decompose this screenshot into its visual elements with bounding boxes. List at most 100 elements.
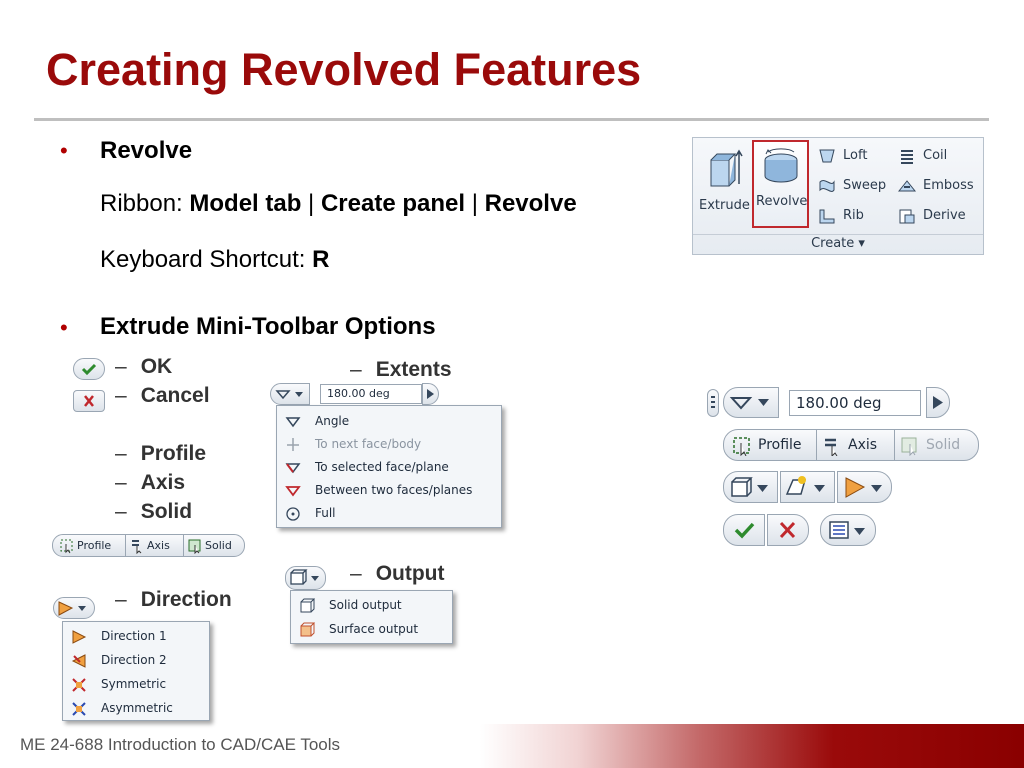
menu-item-label: Full (315, 506, 336, 520)
axis-select-icon (825, 438, 838, 456)
sub-label: Extents (375, 358, 452, 381)
coil-icon (901, 150, 913, 164)
extents-menu-item[interactable]: Angle (277, 410, 501, 433)
sub-label: Cancel (140, 384, 210, 407)
mt-ok-button[interactable] (723, 514, 765, 546)
divider (693, 234, 983, 235)
mt-selector-strip: Profile Axis Solid (723, 429, 979, 461)
mt-cancel-button[interactable] (767, 514, 809, 546)
extents-angle-icon (729, 397, 769, 410)
menu-item-label: Direction 2 (101, 653, 167, 667)
profile-select-icon (60, 539, 73, 554)
bullet-marker: • (60, 315, 68, 340)
extrude-button[interactable]: Extrude (699, 146, 750, 228)
dash: – (350, 562, 362, 585)
solid-selector-button[interactable]: Solid (187, 538, 241, 554)
direction-menu-item[interactable]: Direction 2 (63, 649, 209, 672)
ribbon-create-panel: Extrude Revolve Loft Sweep Rib Coil Embo… (692, 137, 984, 255)
extents-menu: Angle To next face/body To selected face… (276, 405, 502, 528)
shortcut-text: Keyboard Shortcut: R (100, 246, 329, 274)
divider (894, 430, 895, 460)
profile-label: Profile (758, 437, 802, 453)
sub-item-output: – Output (350, 562, 445, 586)
derive-icon (899, 209, 915, 224)
create-panel-dropdown[interactable]: Create ▾ (693, 236, 983, 251)
sub-label: Profile (140, 442, 207, 465)
derive-button[interactable]: Derive (897, 206, 977, 226)
profile-selector-button[interactable]: Profile (59, 538, 123, 554)
direction-menu-item[interactable]: Direction 1 (63, 625, 209, 648)
revolve-button[interactable]: Revolve (752, 140, 809, 228)
mt-solid-button[interactable]: Solid (900, 436, 974, 456)
mt-output-button[interactable] (723, 471, 778, 503)
mt-value-input[interactable]: 180.00 deg (789, 390, 921, 416)
mt-options-button[interactable] (820, 514, 876, 546)
ok-button[interactable] (73, 358, 105, 380)
divider (183, 535, 184, 556)
mt-axis-button[interactable]: Axis (822, 436, 894, 456)
rib-button[interactable]: Rib (817, 206, 887, 226)
cancel-button[interactable] (73, 390, 105, 412)
loft-button[interactable]: Loft (817, 146, 887, 166)
menu-item-label: To selected face/plane (315, 460, 449, 474)
extrude-icon (710, 149, 743, 187)
extents-menu-item[interactable]: To next face/body (277, 433, 501, 456)
axis-select-icon (132, 540, 142, 554)
sub-item-profile: – Profile (115, 442, 206, 466)
asymmetric-icon (72, 702, 86, 716)
extents-dropdown-button[interactable] (270, 383, 310, 405)
output-menu: Solid output Surface output (290, 590, 453, 644)
sweep-button[interactable]: Sweep (817, 176, 887, 196)
list-options-icon (829, 521, 865, 539)
divider (816, 430, 817, 460)
output-menu-item[interactable]: Solid output (291, 594, 452, 617)
direction-dropdown-button[interactable] (53, 597, 95, 619)
sweep-icon (819, 180, 835, 192)
emboss-label: Emboss (923, 178, 974, 193)
bullet-toolbar-heading: Extrude Mini-Toolbar Options (100, 313, 436, 340)
direction-menu-item[interactable]: Symmetric (63, 673, 209, 696)
direction-menu-item[interactable]: Asymmetric (63, 697, 209, 720)
mt-direction-button[interactable] (837, 471, 892, 503)
solid-label: Solid (926, 437, 961, 453)
output-menu-item[interactable]: Surface output (291, 618, 452, 641)
ribbon-prefix: Ribbon: (100, 190, 190, 217)
sub-label: Axis (140, 471, 186, 494)
bullet-revolve-heading: Revolve (100, 137, 193, 164)
dash: – (115, 442, 127, 465)
mt-arrow-button[interactable] (926, 387, 950, 418)
dash: – (115, 500, 127, 523)
mt-profile-button[interactable]: Profile (732, 436, 816, 456)
selector-strip: Profile Axis Solid (52, 534, 245, 557)
solid-select-icon (901, 437, 917, 456)
bullet-marker: • (60, 138, 68, 163)
check-icon (734, 522, 755, 539)
profile-select-icon (733, 437, 750, 456)
play-arrow-icon (427, 389, 434, 399)
sub-label: Output (375, 562, 445, 585)
axis-selector-button[interactable]: Axis (129, 538, 183, 554)
rib-label: Rib (843, 208, 864, 223)
coil-button[interactable]: Coil (897, 146, 977, 166)
profile-label: Profile (77, 539, 112, 552)
title-divider (34, 118, 989, 121)
ribbon-sep: | (465, 190, 485, 217)
extents-menu-item[interactable]: Full (277, 502, 501, 525)
extents-menu-item[interactable]: Between two faces/planes (277, 479, 501, 502)
minitoolbar-grip[interactable] (707, 389, 719, 417)
emboss-icon (897, 180, 917, 192)
sub-item-axis: – Axis (115, 471, 185, 495)
sub-item-cancel: – Cancel (115, 384, 210, 408)
close-icon (779, 521, 796, 539)
play-arrow-icon (933, 396, 943, 409)
close-icon (84, 395, 94, 407)
emboss-button[interactable]: Emboss (897, 176, 981, 196)
mt-operation-button[interactable] (780, 471, 835, 503)
footer-bar (480, 724, 1024, 768)
mt-extents-button[interactable] (723, 387, 779, 418)
dash: – (350, 358, 362, 381)
extents-value-input[interactable]: 180.00 deg (320, 384, 422, 404)
output-dropdown-button[interactable] (285, 566, 326, 590)
extents-menu-item[interactable]: To selected face/plane (277, 456, 501, 479)
extents-arrow-button[interactable] (422, 383, 439, 405)
